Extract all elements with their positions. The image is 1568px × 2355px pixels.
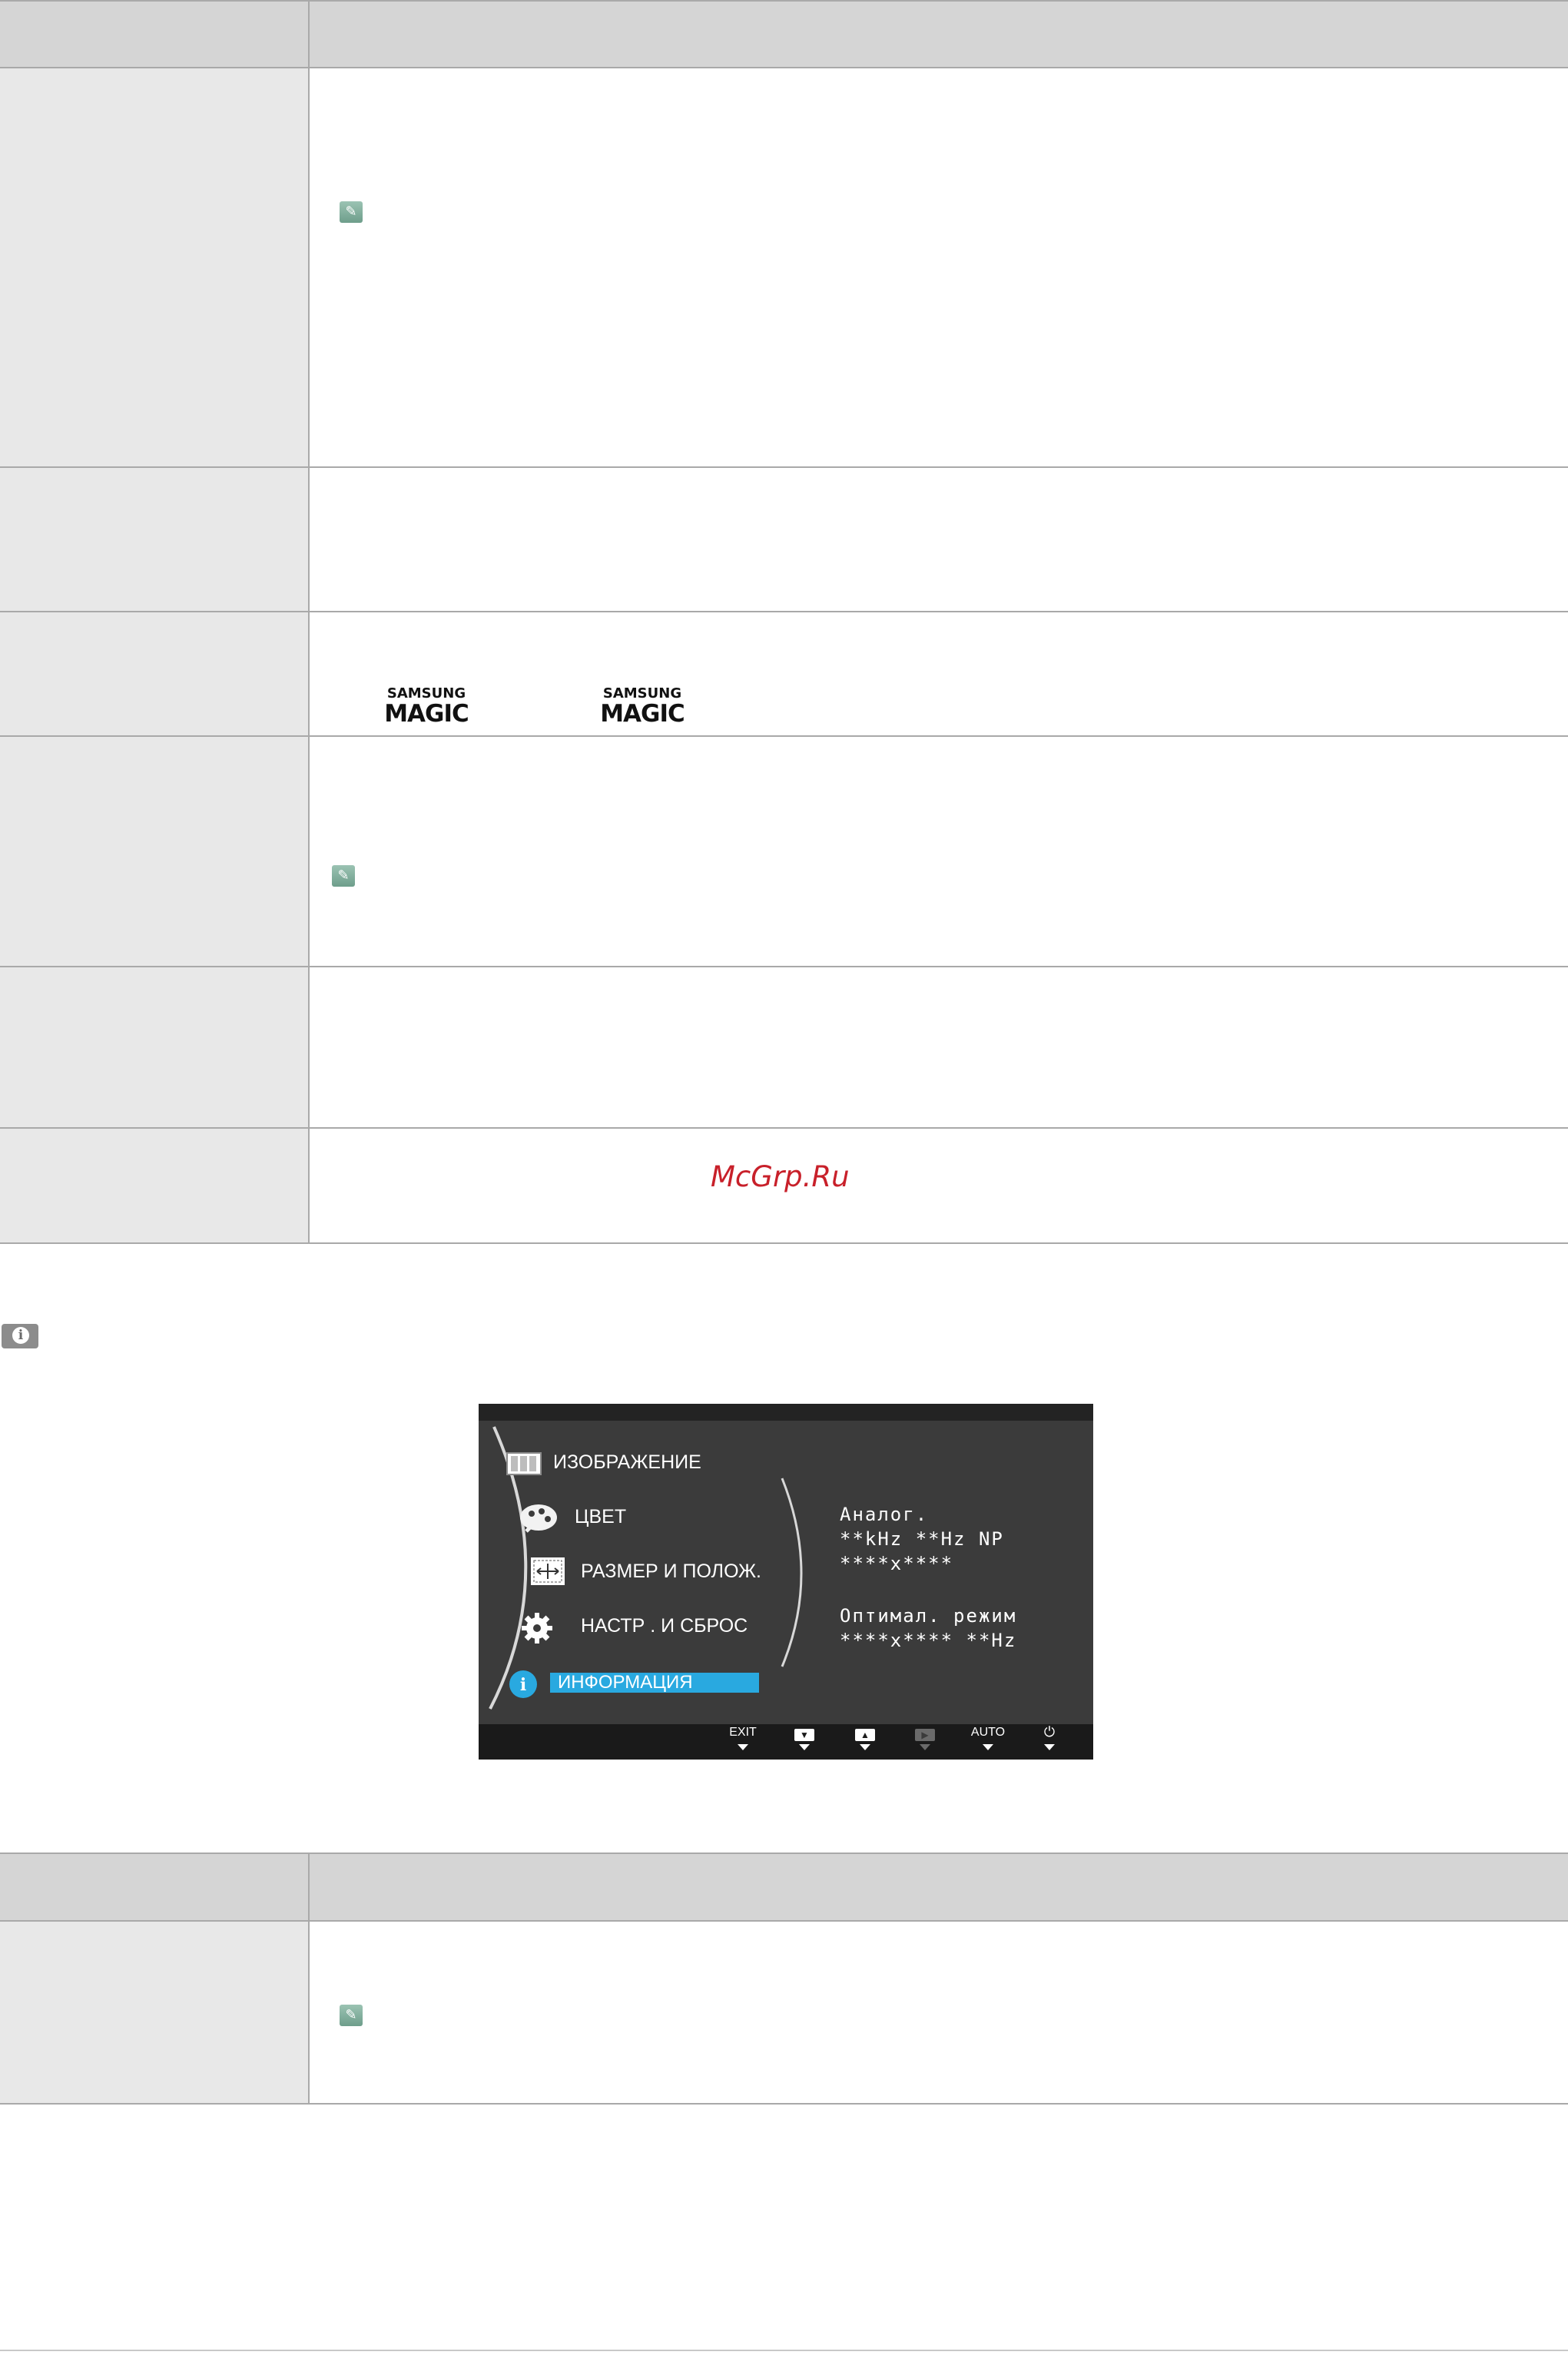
power-icon: ⏻ xyxy=(1043,1724,1056,1740)
osd-exit-button[interactable]: EXIT xyxy=(720,1724,766,1750)
table2-line xyxy=(0,1920,1568,1922)
osd-power-button[interactable]: ⏻ xyxy=(1026,1724,1072,1750)
chevron-down-icon xyxy=(860,1744,870,1750)
osd-down-icon: ▼ xyxy=(794,1729,814,1741)
logo-samsung-text: SAMSUNG xyxy=(386,685,466,702)
osd-up-icon: ▲ xyxy=(855,1729,875,1741)
table1-row3-label-cell xyxy=(0,612,308,736)
info-icon: i xyxy=(509,1670,537,1698)
chevron-down-icon xyxy=(920,1744,930,1750)
osd-info-line: **kHz **Hz NP xyxy=(840,1528,1004,1550)
note-icon: ✎ xyxy=(332,865,355,887)
table1-line-top xyxy=(0,0,1568,2)
osd-menu-screenshot: i ИЗОБРАЖЕНИЕ ЦВЕТ РАЗМЕР И ПОЛОЖ. НАСТР… xyxy=(479,1404,1093,1760)
table2-header-left xyxy=(0,1853,308,1921)
osd-menu-item-size-position: РАЗМЕР И ПОЛОЖ. xyxy=(581,1561,761,1582)
chevron-down-icon xyxy=(738,1744,748,1750)
osd-top-bar xyxy=(479,1404,1093,1421)
size-position-icon xyxy=(531,1557,565,1585)
logo-samsung-text: SAMSUNG xyxy=(602,685,682,702)
svg-text:i: i xyxy=(520,1675,526,1695)
table1-line xyxy=(0,1127,1568,1129)
table1-line xyxy=(0,466,1568,468)
table1-row5-label-cell xyxy=(0,967,308,1128)
osd-menu-item-setup-reset: НАСТР . И СБРОС xyxy=(581,1615,748,1637)
osd-menu-item-color: ЦВЕТ xyxy=(575,1506,627,1527)
osd-menu-item-information: ИНФОРМАЦИЯ xyxy=(550,1673,759,1693)
info-icon: i xyxy=(2,1324,38,1348)
table2-divider xyxy=(308,1853,310,2104)
table1-row6-label-cell xyxy=(0,1128,308,1243)
table2-header-right xyxy=(308,1853,1568,1921)
logo-magic-text: MAGIC xyxy=(384,700,469,728)
chevron-down-icon xyxy=(1044,1744,1055,1750)
gear-icon xyxy=(522,1613,552,1644)
table1-row4-label-cell xyxy=(0,736,308,967)
osd-down-button[interactable]: ▼ xyxy=(781,1724,827,1750)
osd-enter-icon: ▶ xyxy=(915,1729,935,1741)
table1-line xyxy=(0,611,1568,612)
table1-row1-label-cell xyxy=(0,68,308,467)
watermark: McGrp.Ru xyxy=(711,1160,850,1193)
page-footer-line xyxy=(0,2350,1568,2351)
picture-icon xyxy=(506,1452,542,1475)
note-icon: ✎ xyxy=(340,201,363,223)
logo-magic-text: MAGIC xyxy=(600,700,685,728)
table1-line xyxy=(0,966,1568,967)
osd-info-line: Аналог. xyxy=(840,1504,929,1525)
osd-exit-label: EXIT xyxy=(729,1726,757,1739)
table2-row1-label-cell xyxy=(0,1921,308,2104)
osd-info-line: ****x**** **Hz xyxy=(840,1630,1017,1651)
osd-auto-label: AUTO xyxy=(970,1726,1006,1739)
table1-header-right xyxy=(308,0,1568,68)
osd-info-line: ****x**** xyxy=(840,1553,954,1574)
table1-line-bottom xyxy=(0,1242,1568,1244)
osd-up-button[interactable]: ▲ xyxy=(842,1724,888,1750)
osd-auto-button[interactable]: AUTO xyxy=(965,1724,1011,1750)
table1-line xyxy=(0,735,1568,737)
table1-row2-label-cell xyxy=(0,467,308,612)
palette-icon xyxy=(520,1504,557,1533)
chevron-down-icon xyxy=(799,1744,810,1750)
table1-divider xyxy=(308,0,310,1243)
osd-menu-item-picture: ИЗОБРАЖЕНИЕ xyxy=(553,1451,701,1473)
table2-line-bottom xyxy=(0,2103,1568,2105)
table1-header-left xyxy=(0,0,308,68)
samsung-magic-logo: SAMSUNG MAGIC xyxy=(384,685,469,728)
chevron-down-icon xyxy=(983,1744,993,1750)
samsung-magic-logo: SAMSUNG MAGIC xyxy=(600,685,685,728)
table2-line-top xyxy=(0,1852,1568,1854)
osd-enter-button[interactable]: ▶ xyxy=(902,1724,948,1750)
osd-info-line: Оптимал. режим xyxy=(840,1605,1017,1627)
table1-line xyxy=(0,67,1568,68)
note-icon: ✎ xyxy=(340,2005,363,2026)
